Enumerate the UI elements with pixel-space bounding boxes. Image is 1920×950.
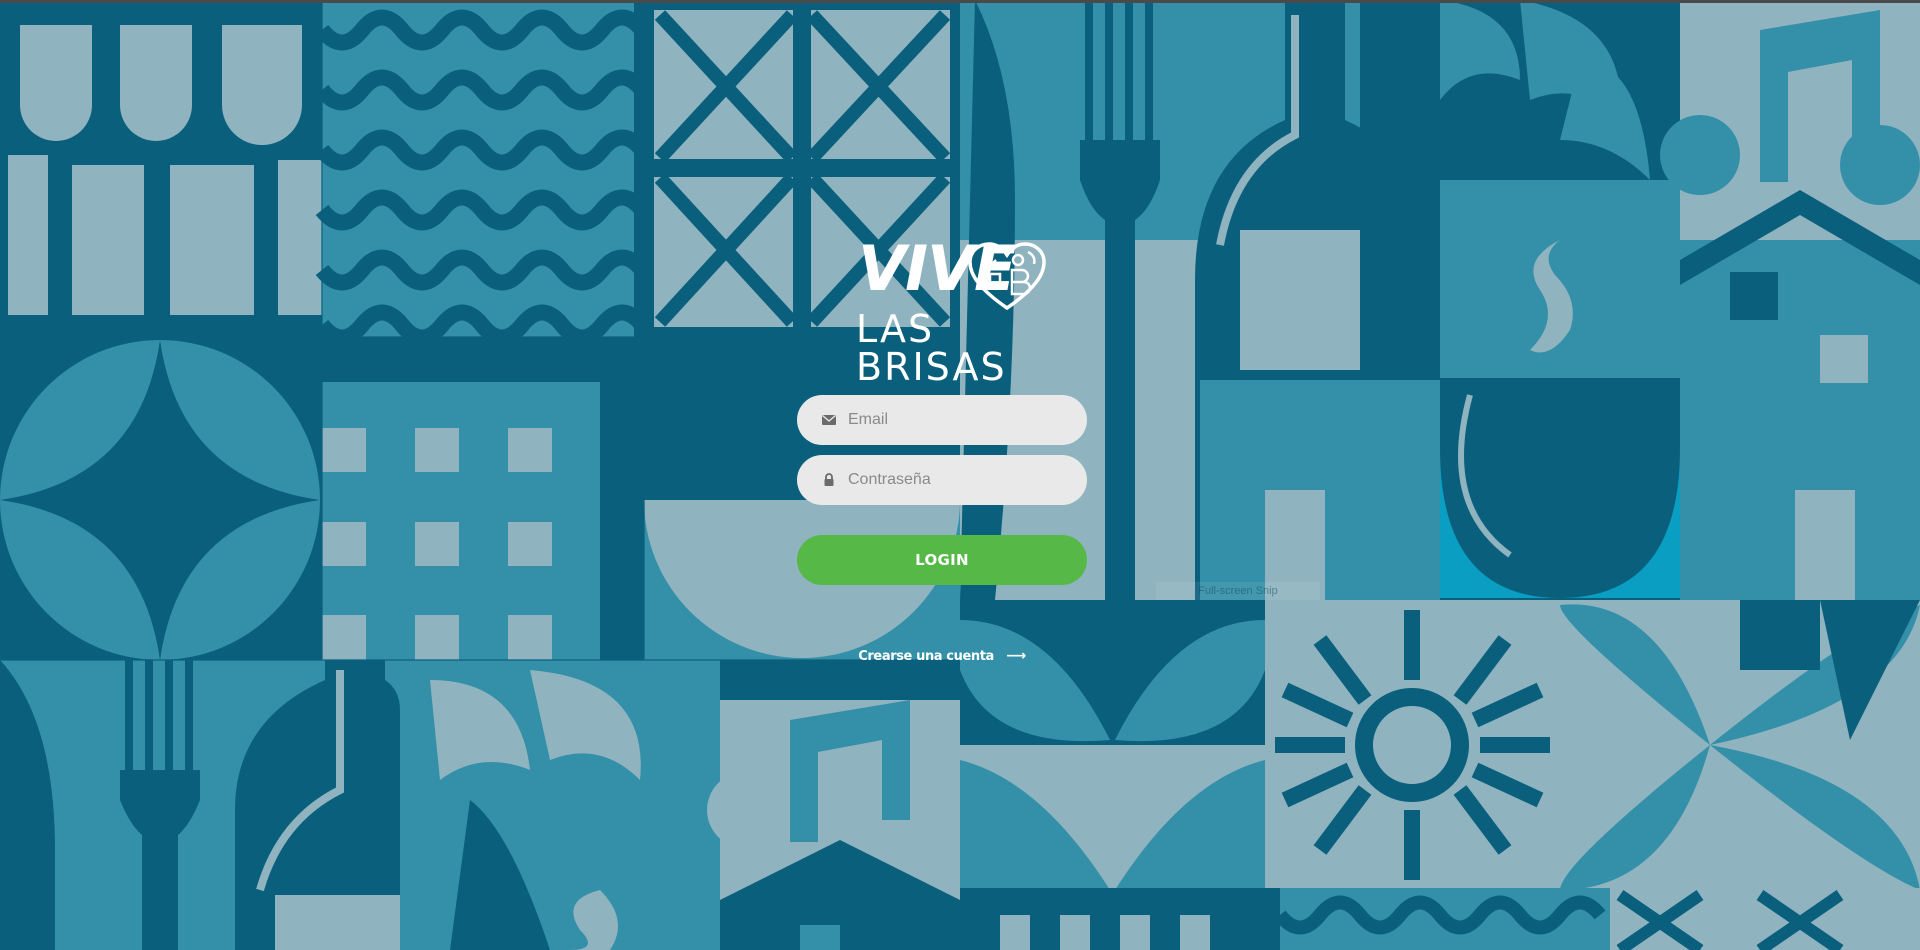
create-account-link[interactable]: Crearse una cuenta ⟶	[797, 648, 1087, 664]
browser-top-edge	[0, 0, 1920, 3]
waves-tile	[315, 0, 649, 346]
note-house-tile	[1660, 0, 1920, 600]
palm-bottom-tile	[400, 660, 720, 950]
lock-icon	[824, 473, 834, 486]
star-circle-tile	[0, 337, 322, 660]
bottom-strip	[960, 888, 1920, 950]
login-panel: VIVE LAS BRISAS Email LOGIN Crearse una …	[797, 238, 1089, 664]
envelope-icon	[822, 414, 836, 425]
email-field[interactable]	[797, 395, 1087, 445]
heart-emblem-icon	[968, 242, 1046, 311]
arrow-right-icon: ⟶	[1006, 648, 1026, 664]
login-page: Full-screen Snip VIVE LAS BRISAS Email L…	[0, 0, 1920, 950]
login-button[interactable]: LOGIN	[797, 535, 1087, 585]
logo-las-brisas-text: LAS BRISAS	[856, 307, 1007, 389]
goblets-tile	[0, 0, 322, 337]
note-bottom-tile	[707, 660, 960, 950]
flower-tile	[1560, 600, 1920, 890]
leaves-tile	[960, 600, 1265, 890]
email-input[interactable]	[846, 395, 1070, 445]
windows-tile	[322, 337, 644, 660]
create-account-label: Crearse una cuenta	[858, 649, 994, 664]
fork-tile-bottom	[0, 660, 405, 950]
snip-overlay-label: Full-screen Snip	[1156, 582, 1320, 600]
vive-las-brisas-logo: VIVE LAS BRISAS	[840, 238, 1050, 386]
password-input[interactable]	[846, 455, 1070, 505]
password-field[interactable]	[797, 455, 1087, 505]
sun-tile	[1265, 600, 1560, 890]
